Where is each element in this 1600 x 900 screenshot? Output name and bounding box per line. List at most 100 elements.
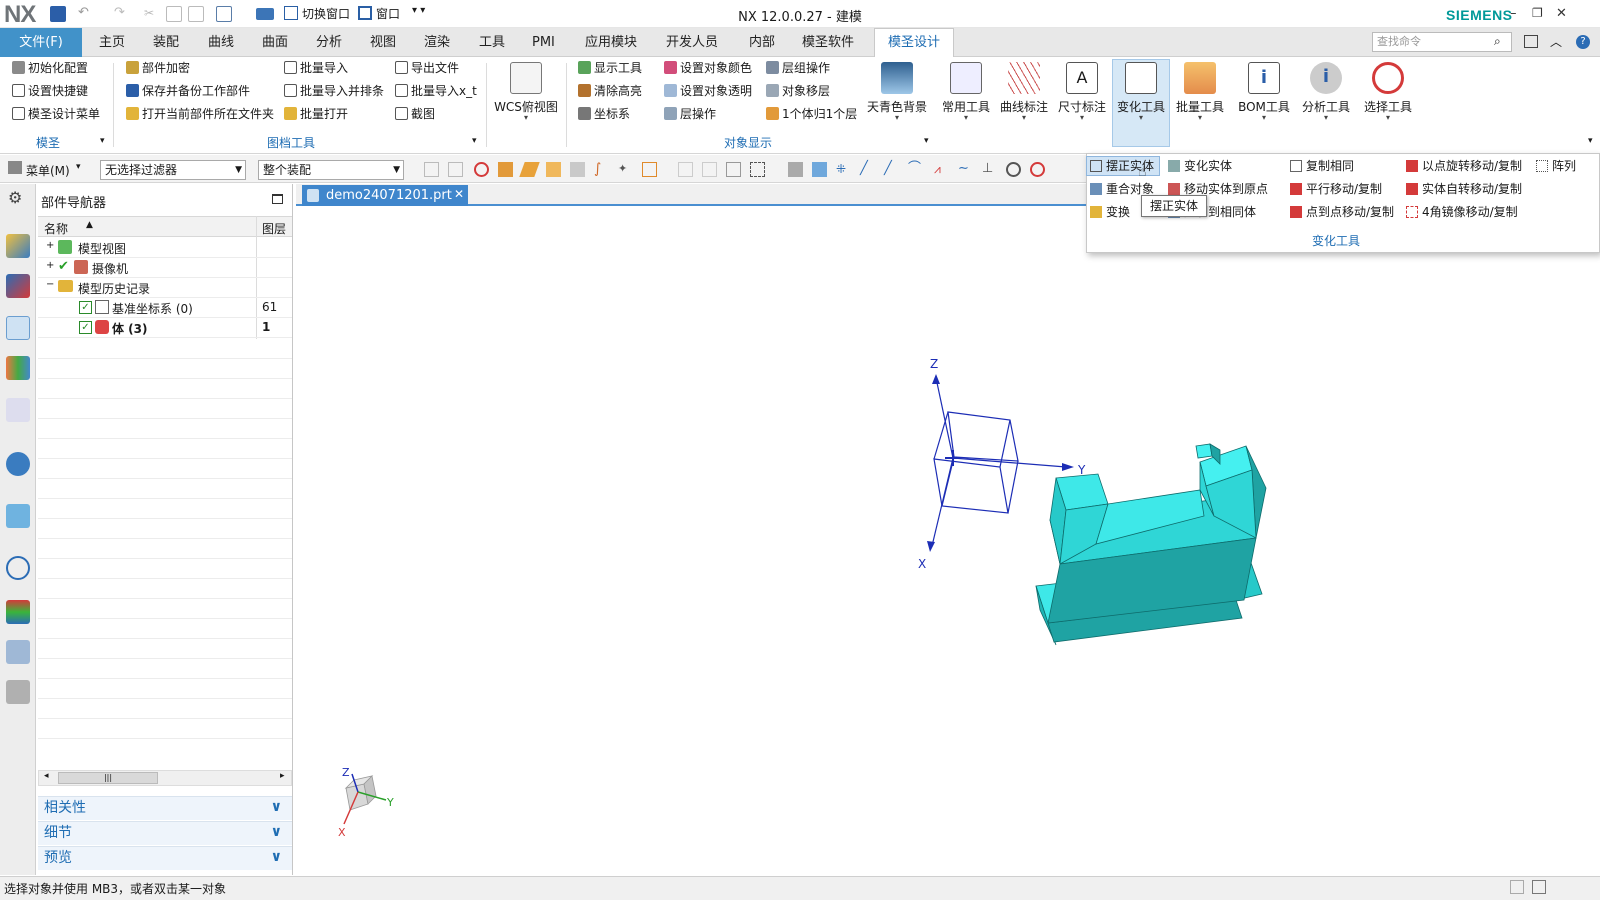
move-layer-button[interactable]: 对象移层 xyxy=(766,82,830,100)
ribbon-expand-icon[interactable]: ▾ xyxy=(1588,136,1593,146)
analysis-tools-button[interactable]: i 分析工具 ▾ xyxy=(1296,60,1356,122)
part-encrypt-button[interactable]: 部件加密 xyxy=(126,59,190,77)
tab-home[interactable]: 主页 xyxy=(99,28,125,57)
expand-icon[interactable]: + xyxy=(46,240,54,251)
view-manager-icon[interactable] xyxy=(6,398,30,422)
display-tools-button[interactable]: 显示工具 xyxy=(578,59,642,77)
export-file-button[interactable]: 导出文件 xyxy=(395,59,459,77)
select-icon[interactable] xyxy=(726,162,741,177)
tab-analysis[interactable]: 分析 xyxy=(316,28,342,57)
copy-same-item[interactable]: 复制相同 xyxy=(1290,157,1354,175)
box-icon[interactable] xyxy=(498,162,513,177)
constraint-navigator-icon[interactable] xyxy=(6,274,30,298)
group-expand-icon[interactable]: ▾ xyxy=(924,136,929,146)
visibility-checkbox[interactable]: ✓ xyxy=(79,321,92,334)
snap-point-icon[interactable]: ⁜ xyxy=(836,162,851,177)
polyline-icon[interactable]: ⩘ xyxy=(934,162,949,177)
transform-tools-button[interactable]: 变化工具 ▾ xyxy=(1113,60,1169,122)
filter-icon[interactable] xyxy=(448,162,463,177)
array-item[interactable]: 阵列 xyxy=(1536,157,1576,175)
arc-icon[interactable]: ⌒ xyxy=(908,162,923,177)
column-name-header[interactable]: 名称 xyxy=(44,220,68,237)
gear-icon[interactable]: ⚙ xyxy=(8,188,22,207)
feature-icon[interactable] xyxy=(570,162,585,177)
file-menu[interactable]: 文件(F) xyxy=(0,28,82,57)
rectangle-select-icon[interactable] xyxy=(750,162,765,177)
sky-background-button[interactable]: 天青色背景 ▾ xyxy=(866,60,928,122)
batch-tools-button[interactable]: 批量工具 ▾ xyxy=(1172,60,1228,122)
view-icon[interactable] xyxy=(788,162,803,177)
roles-icon[interactable] xyxy=(6,640,30,664)
curve-icon[interactable]: ∫ xyxy=(594,162,609,177)
chevron-down-icon[interactable]: ▾ xyxy=(76,162,81,172)
maximize-icon[interactable] xyxy=(272,194,283,204)
tab-surface[interactable]: 曲面 xyxy=(262,28,288,57)
collapse-ribbon-icon[interactable]: ︿ xyxy=(1550,33,1562,50)
selection-filter-select[interactable]: 无选择过滤器 ▼ xyxy=(100,160,246,180)
selection-tools-button[interactable]: 选择工具 ▾ xyxy=(1358,60,1418,122)
scroll-right-icon[interactable]: ▸ xyxy=(280,771,285,781)
minimize-button[interactable]: – xyxy=(1510,6,1517,21)
body-per-layer-button[interactable]: 1个体归1个层 xyxy=(766,105,857,123)
screenshot-button[interactable]: 截图 xyxy=(395,105,435,123)
tab-mosheng-software[interactable]: 模圣软件 xyxy=(802,28,854,57)
document-tab[interactable]: demo24071201.prt xyxy=(302,185,468,206)
line-icon[interactable]: ╱ xyxy=(860,162,875,177)
column-layer-header[interactable]: 图层 xyxy=(262,220,286,237)
assembly-scope-select[interactable]: 整个装配 ▼ xyxy=(258,160,404,180)
fullscreen-icon[interactable] xyxy=(1532,880,1546,894)
tab-internal[interactable]: 内部 xyxy=(749,28,775,57)
table-row[interactable] xyxy=(38,318,292,338)
rotate-about-point-item[interactable]: 以点旋转移动/复制 xyxy=(1406,157,1522,175)
group-expand-icon[interactable]: ▾ xyxy=(100,136,105,146)
scroll-left-icon[interactable]: ◂ xyxy=(44,771,49,781)
forbidden-icon[interactable] xyxy=(474,162,489,177)
batch-import-arrange-button[interactable]: 批量导入并排条 xyxy=(284,82,384,100)
set-transparency-button[interactable]: 设置对象透明 xyxy=(664,82,752,100)
preview-panel[interactable]: 预览 ∨ xyxy=(38,846,292,870)
tab-applications[interactable]: 应用模块 xyxy=(585,28,637,57)
gear-icon[interactable] xyxy=(424,162,439,177)
corner-mirror-item[interactable]: 4角镜像移动/复制 xyxy=(1406,203,1518,221)
bom-tools-button[interactable]: i BOM工具 ▾ xyxy=(1234,60,1294,122)
details-panel[interactable]: 细节 ∨ xyxy=(38,821,292,845)
tab-curve[interactable]: 曲线 xyxy=(208,28,234,57)
batch-open-button[interactable]: 批量打开 xyxy=(284,105,348,123)
group-expand-icon[interactable]: ▾ xyxy=(472,136,477,146)
self-rotate-item[interactable]: 实体自转移动/复制 xyxy=(1406,180,1522,198)
view-icon[interactable] xyxy=(812,162,827,177)
coordinate-system-button[interactable]: 坐标系 xyxy=(578,105,630,123)
curve-annotation-button[interactable]: 曲线标注 ▾ xyxy=(996,60,1052,122)
scrollbar-thumb[interactable]: ||| xyxy=(58,772,158,784)
layer-group-button[interactable]: 层组操作 xyxy=(766,59,830,77)
search-icon[interactable]: ⌕ xyxy=(1494,34,1501,49)
expand-icon[interactable]: + xyxy=(46,260,54,271)
graphics-window[interactable]: Z Y X Z Y X xyxy=(296,208,1600,875)
circle-point-icon[interactable] xyxy=(1030,162,1045,177)
body-icon[interactable] xyxy=(546,162,561,177)
dimension-button[interactable]: A 尺寸标注 ▾ xyxy=(1054,60,1110,122)
batch-import-xt-button[interactable]: 批量导入x_t xyxy=(395,82,477,100)
tab-render[interactable]: 渲染 xyxy=(424,28,450,57)
transform-item[interactable]: 变换 xyxy=(1090,203,1130,221)
center-point-icon[interactable] xyxy=(1006,162,1021,177)
assembly-navigator-icon[interactable] xyxy=(6,234,30,258)
parallel-move-item[interactable]: 平行移动/复制 xyxy=(1290,180,1382,198)
tab-mosheng-design[interactable]: 模圣设计 xyxy=(874,28,954,58)
save-backup-button[interactable]: 保存并备份工作部件 xyxy=(126,82,250,100)
select-icon[interactable] xyxy=(702,162,717,177)
batch-import-button[interactable]: 批量导入 xyxy=(284,59,348,77)
layer-operation-button[interactable]: 层操作 xyxy=(664,105,716,123)
line-icon[interactable]: ╱ xyxy=(884,162,899,177)
point-to-point-item[interactable]: 点到点移动/复制 xyxy=(1290,203,1394,221)
clear-highlight-button[interactable]: 清除高亮 xyxy=(578,82,642,100)
table-row[interactable] xyxy=(38,278,292,298)
init-config-button[interactable]: 初始化配置 xyxy=(12,59,88,77)
dependencies-panel[interactable]: 相关性 ∨ xyxy=(38,796,292,820)
reuse-library-icon[interactable] xyxy=(6,356,30,380)
web-browser-icon[interactable] xyxy=(6,452,30,476)
common-tools-button[interactable]: 常用工具 ▾ xyxy=(938,60,994,122)
set-color-button[interactable]: 设置对象颜色 xyxy=(664,59,752,77)
select-icon[interactable] xyxy=(678,162,693,177)
tab-developer[interactable]: 开发人员 xyxy=(666,28,718,57)
